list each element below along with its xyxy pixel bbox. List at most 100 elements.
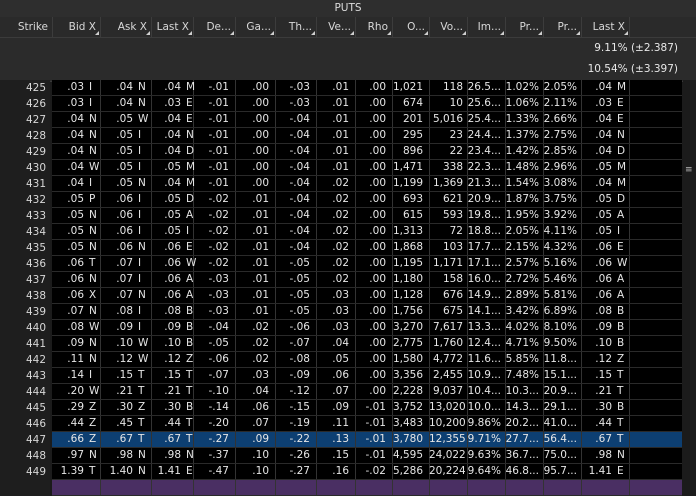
pr1-cell: 1.54%: [505, 177, 539, 189]
bid-cell: .05: [67, 225, 84, 237]
exchange-code: N: [89, 113, 97, 125]
column-header-1[interactable]: Bid X: [52, 17, 100, 37]
column-header-7[interactable]: Ve...: [316, 17, 355, 37]
table-row[interactable]: 445 .29 Z .30 Z .30 B -.14 .06 -.15 .09 -.01 3,752 13…: [0, 400, 696, 416]
rho-cell: .00: [369, 289, 386, 301]
vol-cell: 9,037: [432, 385, 463, 397]
column-header-0[interactable]: Strike: [0, 17, 52, 37]
exchange-code: D: [617, 193, 626, 205]
vertical-scrollbar[interactable]: [683, 80, 696, 485]
table-row[interactable]: 448 .97 N .98 N .98 N -.37 .10 -.26 .15 -.01 4,595 24…: [0, 448, 696, 464]
pr1-cell: 1.87%: [505, 193, 539, 205]
table-row[interactable]: 433 .05 N .06 I .05 A -.02 .01 -.04 .02 .00 615 593 19…: [0, 208, 696, 224]
column-header-10[interactable]: Vo...: [429, 17, 467, 37]
last-cell: .08: [164, 305, 181, 317]
exchange-code: I: [138, 321, 142, 333]
table-row[interactable]: 436 .06 T .07 I .06 W -.02 .01 -.05 .02 .00 1,195 1,1…: [0, 256, 696, 272]
row-values: .04 N .05 I .04 D -.01 .00 -.04 .01 .00 896 22 23.4..…: [52, 144, 682, 160]
row-values: .05 N .06 N .06 E -.02 .01 -.04 .02 .00 1,868 103 17.…: [52, 240, 682, 256]
vol-cell: 676: [442, 289, 463, 301]
table-row[interactable]: 426 .03 I .04 N .03 E -.01 .00 -.03 .01 .00 674 10 25.…: [0, 96, 696, 112]
cell-divider: [629, 80, 630, 95]
rho-cell: .00: [369, 337, 386, 349]
vol-cell: 338: [442, 161, 463, 173]
exchange-code: I: [617, 225, 621, 237]
vol-cell: 24,022: [429, 449, 465, 461]
table-row[interactable]: 443 .14 I .15 T .15 T -.07 .03 -.09 .06 .00 3,356 2,4…: [0, 368, 696, 384]
exchange-code: N: [138, 289, 146, 301]
column-header-6[interactable]: Th...: [275, 17, 316, 37]
ask-cell: .06: [116, 193, 133, 205]
table-row[interactable]: 447 .66 Z .67 T .67 T -.27 .09 -.22 .13 -.01 3,780 12…: [0, 432, 696, 448]
oi-cell: 1,580: [392, 353, 423, 365]
table-row[interactable]: 440 .08 W .09 I .09 B -.04 .02 -.06 .03 .00 3,270 7,6…: [0, 320, 696, 336]
table-row[interactable]: 430 .04 W .05 I .05 M -.01 .00 -.04 .01 .00 1,471 338…: [0, 160, 696, 176]
vol-cell: 4,772: [432, 353, 463, 365]
scroll-grip-icon[interactable]: ≡: [685, 166, 693, 175]
ask-cell: .05: [116, 161, 133, 173]
sort-triangle-icon: [462, 31, 466, 35]
column-header-5[interactable]: Ga...: [235, 17, 275, 37]
column-header-14[interactable]: Last X: [581, 17, 629, 37]
rho-cell: .00: [369, 305, 386, 317]
table-row[interactable]: 441 .09 N .10 W .10 B -.05 .02 -.07 .04 .00 2,775 1,7…: [0, 336, 696, 352]
column-header-9[interactable]: O...: [392, 17, 429, 37]
table-row[interactable]: 444 .20 W .21 T .21 T -.10 .04 -.12 .07 .00 2,228 9,0…: [0, 384, 696, 400]
table-row-partial[interactable]: [0, 480, 696, 496]
iv-cell: 10.4...: [467, 385, 501, 397]
table-row[interactable]: 435 .05 N .06 N .06 E -.02 .01 -.04 .02 .00 1,868 103…: [0, 240, 696, 256]
theta-cell: -.04: [289, 225, 311, 237]
bid-cell: .06: [67, 273, 84, 285]
strike-cell: [0, 480, 50, 496]
column-header-11[interactable]: Im...: [467, 17, 505, 37]
row-values: .14 I .15 T .15 T -.07 .03 -.09 .06 .00 3,356 2,455 1…: [52, 368, 682, 384]
cell-divider: [193, 480, 194, 495]
table-row[interactable]: 442 .11 N .12 W .12 Z -.06 .02 -.08 .05 .00 1,580 4,7…: [0, 352, 696, 368]
gamma-cell: .02: [252, 353, 269, 365]
exchange-code: N: [89, 129, 97, 141]
table-row[interactable]: 427 .04 N .05 W .04 E -.01 .00 -.04 .01 .00 201 5,016…: [0, 112, 696, 128]
table-row[interactable]: 446 .44 Z .45 T .44 T -.20 .07 -.19 .11 -.01 3,483 10…: [0, 416, 696, 432]
table-row[interactable]: 431 .04 I .05 N .04 M -.01 .00 -.04 .02 .00 1,199 1,3…: [0, 176, 696, 192]
sort-triangle-icon: [424, 31, 428, 35]
last2-cell: .05: [595, 193, 612, 205]
table-row[interactable]: 434 .05 N .06 I .05 I -.02 .01 -.04 .02 .00 1,313 72 1…: [0, 224, 696, 240]
row-values: .05 N .06 I .05 I -.02 .01 -.04 .02 .00 1,313 72 18.8…: [52, 224, 682, 240]
column-header-8[interactable]: Rho: [355, 17, 392, 37]
table-row[interactable]: 439 .07 N .08 I .08 B -.03 .01 -.05 .03 .00 1,756 675…: [0, 304, 696, 320]
column-header-12[interactable]: Pr...: [505, 17, 543, 37]
column-header-3[interactable]: Last X: [151, 17, 193, 37]
rho-cell: .00: [369, 193, 386, 205]
column-header-2[interactable]: Ask X: [100, 17, 151, 37]
pr2-cell: 2.96%: [543, 161, 577, 173]
table-row[interactable]: 428 .04 N .05 I .04 N -.01 .00 -.04 .01 .00 295 23 24.…: [0, 128, 696, 144]
exchange-code: Z: [89, 401, 97, 413]
last2-cell: .05: [595, 161, 612, 173]
cell-divider: [629, 224, 630, 239]
delta-cell: -.02: [208, 257, 230, 269]
bid-cell: .05: [67, 241, 84, 253]
bid-cell: .06: [67, 257, 84, 269]
table-row[interactable]: 429 .04 N .05 I .04 D -.01 .00 -.04 .01 .00 896 22 23.…: [0, 144, 696, 160]
oi-cell: 3,752: [392, 401, 423, 413]
table-row[interactable]: 437 .06 N .07 I .06 A -.03 .01 -.05 .02 .00 1,180 158…: [0, 272, 696, 288]
bid-cell: 1.39: [60, 465, 84, 477]
oi-cell: 1,313: [392, 225, 423, 237]
iv-cell: 19.8...: [467, 209, 501, 221]
table-row[interactable]: 438 .06 X .07 N .06 A -.03 .01 -.05 .03 .00 1,128 676…: [0, 288, 696, 304]
column-header-13[interactable]: Pr...: [543, 17, 581, 37]
pr2-cell: 41.0...: [543, 417, 577, 429]
vega-cell: .02: [332, 225, 349, 237]
table-row[interactable]: 432 .05 P .06 I .05 D -.02 .01 -.04 .02 .00 693 621 20…: [0, 192, 696, 208]
pr2-cell: 56.4...: [543, 433, 577, 445]
ask-cell: .98: [116, 449, 133, 461]
bid-cell: .06: [67, 289, 84, 301]
table-row[interactable]: 425 .03 I .04 N .04 M -.01 .00 -.03 .01 .00 1,021 118…: [0, 80, 696, 96]
vega-cell: .01: [332, 97, 349, 109]
column-header-4[interactable]: De...: [193, 17, 235, 37]
table-row[interactable]: 449 1.39 T 1.40 N 1.41 E -.47 .10 -.27 .16 -.02 5,28…: [0, 464, 696, 480]
cell-divider: [275, 480, 276, 495]
delta-cell: -.03: [208, 273, 230, 285]
vol-cell: 1,369: [432, 177, 463, 189]
bid-cell: .04: [67, 161, 84, 173]
